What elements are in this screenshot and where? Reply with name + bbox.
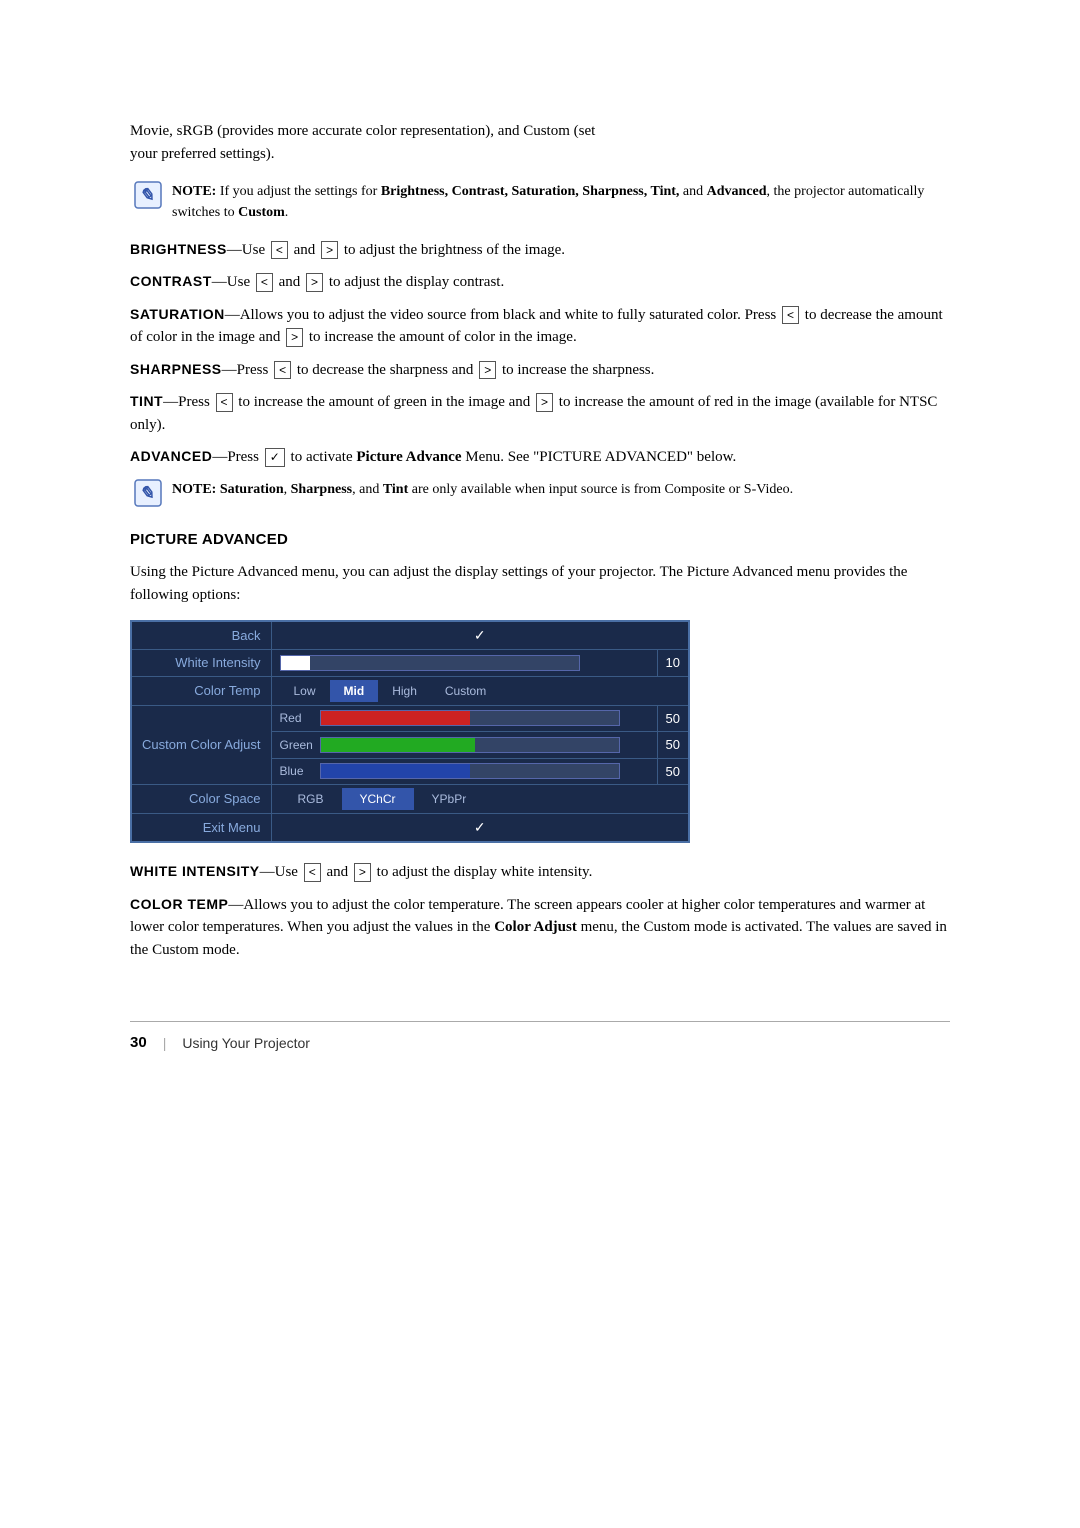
color-temp-menu-label: Color Temp — [131, 676, 271, 705]
back-label: Back — [131, 621, 271, 650]
wi-btn-left: < — [304, 863, 321, 882]
color-blue-cell: Blue — [271, 758, 657, 785]
color-green-cell: Green — [271, 732, 657, 759]
sharpness-btn-left: < — [274, 361, 291, 380]
footer-page-number: 30 — [130, 1032, 147, 1055]
note2-label: NOTE: — [172, 482, 216, 497]
saturation-btn-right: > — [286, 328, 303, 347]
color-space-menu-label: Color Space — [131, 785, 271, 814]
svg-text:✎: ✎ — [139, 185, 154, 205]
wi-btn-right: > — [354, 863, 371, 882]
green-fill — [321, 738, 476, 752]
green-track — [320, 737, 620, 753]
tint-btn-right: > — [536, 393, 553, 412]
sharpness-label: Sharpness — [130, 361, 222, 377]
svg-text:✎: ✎ — [139, 483, 154, 503]
red-sub-label: Red — [280, 709, 316, 727]
blue-track — [320, 763, 620, 779]
color-space-options: RGB YChCr YPbPr — [280, 788, 681, 810]
picture-advanced-menu: Back ✓ White Intensity 10 Color Temp — [130, 620, 690, 843]
color-space-rgb: RGB — [280, 788, 342, 810]
color-temp-low: Low — [280, 680, 330, 702]
custom-color-adjust-label: Custom Color Adjust — [131, 705, 271, 785]
exit-menu-label: Exit Menu — [131, 814, 271, 843]
contrast-btn-right: > — [306, 273, 323, 292]
color-temp-desc-label: Color Temp — [130, 896, 228, 912]
menu-row-white-intensity: White Intensity 10 — [131, 650, 689, 677]
menu-row-exit: Exit Menu ✓ — [131, 814, 689, 843]
color-temp-options-cell: Low Mid High Custom — [271, 676, 689, 705]
color-temp-options: Low Mid High Custom — [280, 680, 681, 702]
menu-row-back: Back ✓ — [131, 621, 689, 650]
intro-line1: Movie, sRGB (provides more accurate colo… — [130, 123, 595, 139]
intro-line2: your preferred settings). — [130, 146, 275, 162]
red-fill — [321, 711, 470, 725]
section-heading: PICTURE ADVANCED — [130, 529, 950, 552]
white-intensity-desc: White Intensity—Use < and > to adjust th… — [130, 861, 950, 884]
section-intro: Using the Picture Advanced menu, you can… — [130, 561, 950, 606]
saturation-btn-left: < — [782, 306, 799, 325]
footer-chapter: Using Your Projector — [182, 1033, 310, 1054]
note1-label: NOTE: — [172, 184, 216, 199]
contrast-label: Contrast — [130, 273, 212, 289]
contrast-btn-left: < — [256, 273, 273, 292]
tint-label: Tint — [130, 393, 163, 409]
note-icon-1: ✎ — [134, 181, 162, 209]
brightness-btn-right: > — [321, 241, 338, 260]
contrast-line: Contrast—Use < and > to adjust the displ… — [130, 271, 950, 294]
sharpness-line: Sharpness—Press < to decrease the sharpn… — [130, 359, 950, 382]
saturation-line: Saturation—Allows you to adjust the vide… — [130, 304, 950, 349]
note-box-2: ✎ NOTE: Saturation, Sharpness, and Tint … — [134, 479, 950, 507]
color-red-cell: Red — [271, 705, 657, 732]
advanced-label: Advanced — [130, 448, 212, 464]
advanced-btn-check: ✓ — [265, 448, 285, 467]
blue-fill — [321, 764, 470, 778]
tint-line: Tint—Press < to increase the amount of g… — [130, 391, 950, 436]
page-content: Movie, sRGB (provides more accurate colo… — [0, 0, 1080, 1135]
intro-paragraph: Movie, sRGB (provides more accurate colo… — [130, 120, 950, 167]
menu-row-color-temp: Color Temp Low Mid High Custom — [131, 676, 689, 705]
note-text-1: NOTE: If you adjust the settings for Bri… — [172, 181, 950, 223]
white-intensity-value: 10 — [657, 650, 689, 677]
red-value: 50 — [657, 705, 689, 732]
note-text-2: NOTE: Saturation, Sharpness, and Tint ar… — [172, 479, 793, 500]
color-space-ypbpr: YPbPr — [414, 788, 485, 810]
brightness-label: Brightness — [130, 241, 227, 257]
red-track — [320, 710, 620, 726]
brightness-btn-left: < — [271, 241, 288, 260]
menu-row-color-space: Color Space RGB YChCr YPbPr — [131, 785, 689, 814]
page-footer: 30 | Using Your Projector — [130, 1021, 950, 1055]
color-temp-mid: Mid — [330, 680, 379, 702]
color-temp-high: High — [378, 680, 431, 702]
white-intensity-fill — [281, 656, 311, 670]
white-intensity-menu-label: White Intensity — [131, 650, 271, 677]
note-box-1: ✎ NOTE: If you adjust the settings for B… — [134, 181, 950, 223]
menu-row-custom-color-label: Custom Color Adjust Red 50 — [131, 705, 689, 732]
white-intensity-slider-cell — [271, 650, 657, 677]
white-intensity-desc-label: White Intensity — [130, 863, 260, 879]
back-checkmark: ✓ — [271, 621, 689, 650]
color-space-options-cell: RGB YChCr YPbPr — [271, 785, 689, 814]
advanced-line: Advanced—Press ✓ to activate Picture Adv… — [130, 446, 950, 469]
color-temp-desc: Color Temp—Allows you to adjust the colo… — [130, 894, 950, 962]
saturation-label: Saturation — [130, 306, 225, 322]
exit-checkmark: ✓ — [271, 814, 689, 843]
sharpness-btn-right: > — [479, 361, 496, 380]
blue-sub-label: Blue — [280, 762, 316, 780]
footer-separator: | — [163, 1033, 167, 1054]
green-value: 50 — [657, 732, 689, 759]
tint-btn-left: < — [216, 393, 233, 412]
white-intensity-track — [280, 655, 580, 671]
brightness-line: Brightness—Use < and > to adjust the bri… — [130, 239, 950, 262]
color-space-ychcr: YChCr — [342, 788, 414, 810]
blue-value: 50 — [657, 758, 689, 785]
color-temp-custom: Custom — [431, 680, 500, 702]
green-sub-label: Green — [280, 736, 316, 754]
note-icon-2: ✎ — [134, 479, 162, 507]
